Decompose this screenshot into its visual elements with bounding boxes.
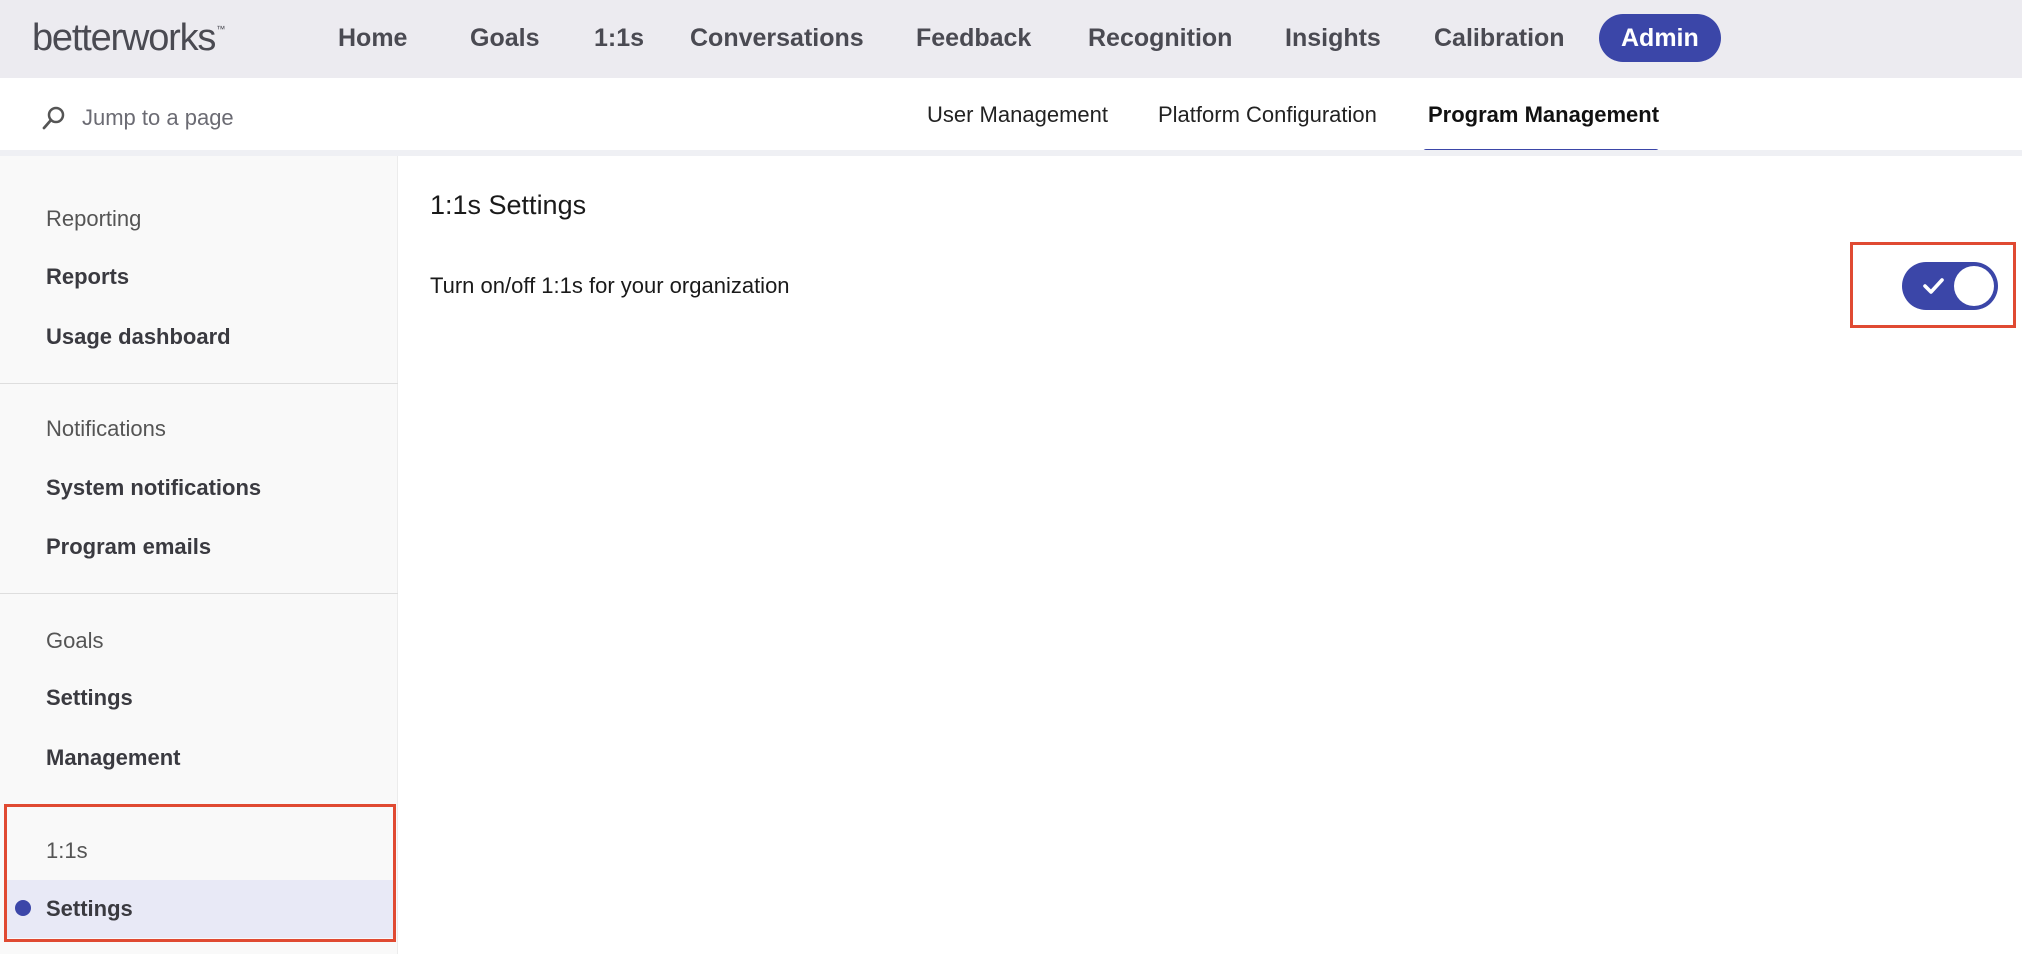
sidebar-item-goals-settings[interactable]: Settings (46, 685, 133, 711)
sidebar-section-reporting: Reporting (46, 206, 142, 231)
nav-recognition[interactable]: Recognition (1088, 20, 1232, 56)
sidebar-item-system-notifications[interactable]: System notifications (46, 475, 261, 501)
nav-goals[interactable]: Goals (470, 20, 539, 56)
nav-conversations[interactable]: Conversations (690, 20, 864, 56)
nav-calibration[interactable]: Calibration (1434, 20, 1565, 56)
sidebar-item-usage-dashboard[interactable]: Usage dashboard (46, 324, 231, 350)
tab-platform-configuration[interactable]: Platform Configuration (1158, 102, 1377, 128)
sidebar-item-reports[interactable]: Reports (46, 264, 129, 290)
top-navigation: betterworks ™ Home Goals 1:1s Conversati… (0, 0, 2022, 78)
tab-program-management[interactable]: Program Management (1428, 102, 1659, 128)
nav-feedback[interactable]: Feedback (916, 20, 1031, 56)
page-title: 1:1s Settings (430, 190, 587, 220)
sidebar-section-one-on-ones: 1:1s (46, 838, 88, 863)
setting-label: Turn on/off 1:1s for your organization (430, 273, 790, 298)
nav-home[interactable]: Home (338, 20, 407, 56)
betterworks-logo[interactable]: betterworks ™ (32, 18, 225, 58)
sidebar-divider (0, 383, 398, 384)
sidebar-item-program-emails[interactable]: Program emails (46, 534, 211, 560)
sidebar-item-one-on-ones-settings[interactable]: Settings (46, 896, 133, 922)
tab-user-management[interactable]: User Management (927, 102, 1108, 128)
logo-trademark: ™ (216, 24, 226, 34)
nav-insights[interactable]: Insights (1285, 20, 1381, 56)
annotation-box-toggle (1850, 242, 2016, 328)
nav-admin[interactable]: Admin (1599, 14, 1721, 62)
search-icon (42, 106, 65, 130)
search-input[interactable]: Jump to a page (82, 105, 234, 131)
page-search[interactable]: Jump to a page (40, 104, 234, 132)
sidebar-divider (0, 593, 398, 594)
sidebar-section-notifications: Notifications (46, 416, 166, 441)
logo-text: betterworks (32, 17, 216, 59)
nav-one-on-ones[interactable]: 1:1s (594, 20, 644, 56)
sidebar-item-goals-management[interactable]: Management (46, 745, 180, 771)
sidebar-section-goals: Goals (46, 628, 104, 653)
